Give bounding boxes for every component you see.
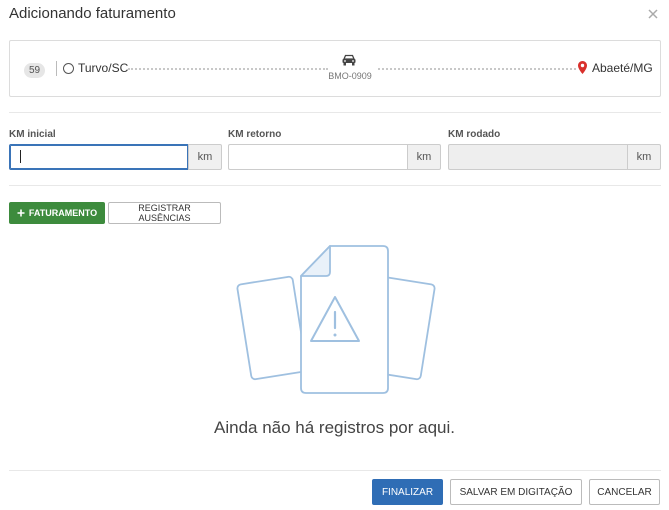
route-line-right — [378, 68, 576, 70]
modal-title: Adicionando faturamento — [9, 5, 176, 22]
salvar-digitacao-button[interactable]: SALVAR EM DIGITAÇÃO — [450, 479, 582, 505]
origin-label: Turvo/SC — [78, 61, 129, 75]
map-pin-icon — [578, 61, 587, 74]
text-cursor — [20, 150, 21, 163]
divider — [9, 185, 661, 186]
close-icon[interactable] — [646, 7, 660, 21]
add-faturamento-button[interactable]: FATURAMENTO — [9, 202, 105, 224]
divider — [9, 112, 661, 113]
km-retorno-input[interactable] — [228, 144, 407, 170]
finalizar-button[interactable]: FINALIZAR — [372, 479, 443, 505]
cancelar-button[interactable]: CANCELAR — [589, 479, 660, 505]
registrar-ausencias-button[interactable]: REGISTRAR AUSÊNCIAS — [108, 202, 221, 224]
km-retorno-label: KM retorno — [228, 129, 282, 140]
empty-documents-warning-icon — [236, 245, 436, 394]
route-separator — [56, 61, 57, 76]
km-inicial-group: km — [9, 144, 222, 170]
km-rodado-group: km — [448, 144, 661, 170]
km-inicial-input[interactable] — [9, 144, 188, 170]
destination-label: Abaeté/MG — [592, 61, 653, 75]
empty-state-message: Ainda não há registros por aqui. — [214, 418, 455, 437]
origin-circle-icon — [63, 63, 74, 74]
km-rodado-input — [448, 144, 627, 170]
add-faturamento-label: FATURAMENTO — [28, 208, 98, 218]
km-rodado-unit: km — [627, 144, 661, 170]
km-inicial-unit: km — [188, 144, 222, 170]
route-badge: 59 — [24, 63, 46, 78]
plus-icon — [17, 209, 25, 217]
km-retorno-group: km — [228, 144, 441, 170]
car-icon — [342, 54, 356, 66]
route-summary: 59 Turvo/SC BMO-0909 Abaeté/MG — [9, 40, 661, 97]
route-line-left — [128, 68, 328, 70]
km-inicial-label: KM inicial — [9, 129, 56, 140]
km-retorno-unit: km — [407, 144, 441, 170]
vehicle-plate: BMO-0909 — [328, 71, 372, 81]
divider — [9, 470, 661, 471]
km-rodado-label: KM rodado — [448, 129, 501, 140]
